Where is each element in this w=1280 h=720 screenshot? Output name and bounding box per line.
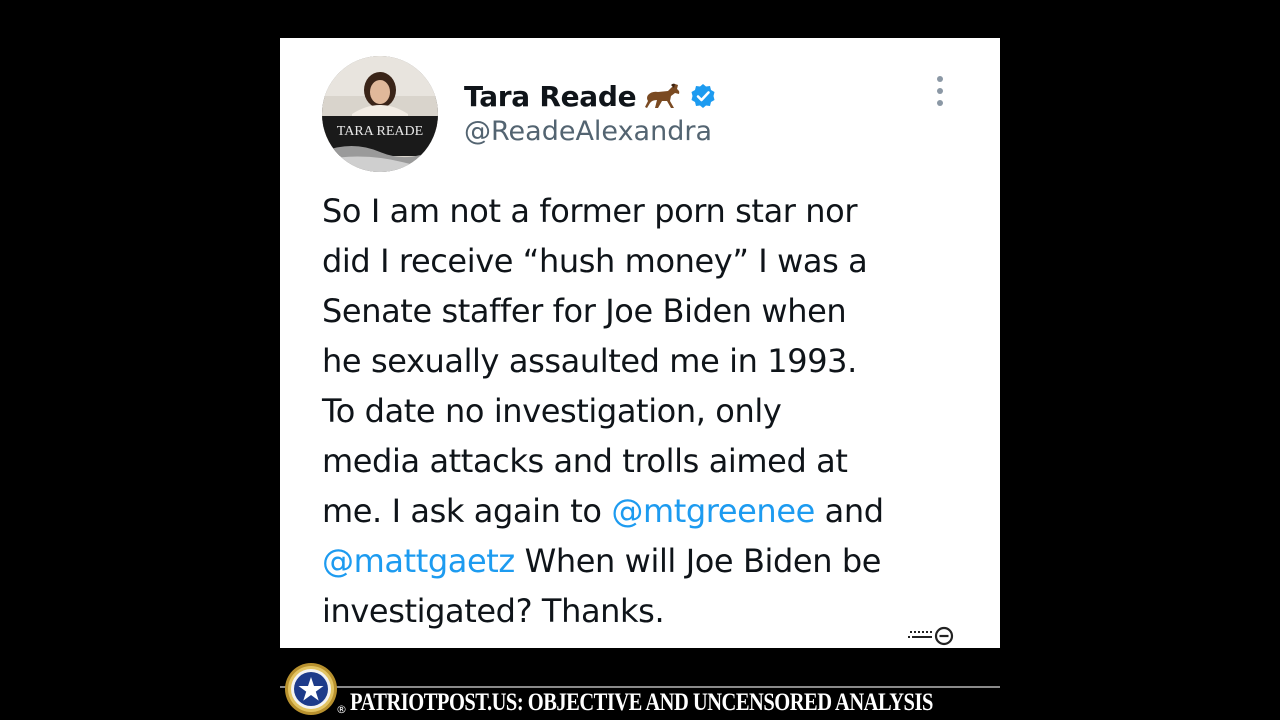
- display-name[interactable]: Tara Reade: [464, 80, 637, 113]
- avatar-image: TARA READE: [322, 56, 438, 172]
- tweet-text-fragment: and: [814, 492, 884, 530]
- author-row: Tara Reade: [464, 76, 716, 116]
- tweet-line: @mattgaetz When will Joe Biden be: [322, 536, 982, 586]
- tweet-line: me. I ask again to @mtgreenee and: [322, 486, 982, 536]
- tweet-text: So I am not a former porn star nor did I…: [322, 186, 982, 636]
- avatar[interactable]: TARA READE: [322, 56, 438, 172]
- verified-badge-icon: [690, 83, 716, 109]
- hide-reply-icon[interactable]: [904, 626, 960, 646]
- tweet-line: investigated? Thanks.: [322, 592, 665, 630]
- more-dot: [937, 76, 943, 82]
- registered-mark: ®: [336, 703, 347, 716]
- mention-link-mtgreenee[interactable]: @mtgreenee: [611, 492, 815, 530]
- tweet-line: So I am not a former porn star nor: [322, 192, 858, 230]
- mention-link-mattgaetz[interactable]: @mattgaetz: [322, 542, 515, 580]
- tweet-text-fragment: When will Joe Biden be: [514, 542, 882, 580]
- horse-icon: [644, 81, 682, 111]
- user-handle[interactable]: @ReadeAlexandra: [464, 116, 712, 147]
- more-dot: [937, 88, 943, 94]
- video-frame: TARA READE Tara Reade @ReadeAlexandra So…: [0, 0, 1280, 720]
- avatar-caption: TARA READE: [337, 124, 423, 139]
- tweet-text-fragment: me. I ask again to: [322, 492, 612, 530]
- tweet-line: To date no investigation, only: [322, 392, 782, 430]
- tweet-line: Senate staffer for Joe Biden when: [322, 292, 847, 330]
- patriot-post-seal-icon: [284, 662, 338, 716]
- channel-banner: ® PATRIOTPOST.US: OBJECTIVE AND UNCENSOR…: [280, 648, 1000, 720]
- tweet-line: media attacks and trolls aimed at: [322, 442, 848, 480]
- banner-title: PATRIOTPOST.US: OBJECTIVE AND UNCENSORED…: [350, 689, 933, 716]
- tweet-line: did I receive “hush money” I was a: [322, 242, 868, 280]
- tweet-card: TARA READE Tara Reade @ReadeAlexandra So…: [280, 38, 1000, 648]
- tweet-line: he sexually assaulted me in 1993.: [322, 342, 857, 380]
- more-dot: [937, 100, 943, 106]
- more-options-button[interactable]: [930, 76, 950, 106]
